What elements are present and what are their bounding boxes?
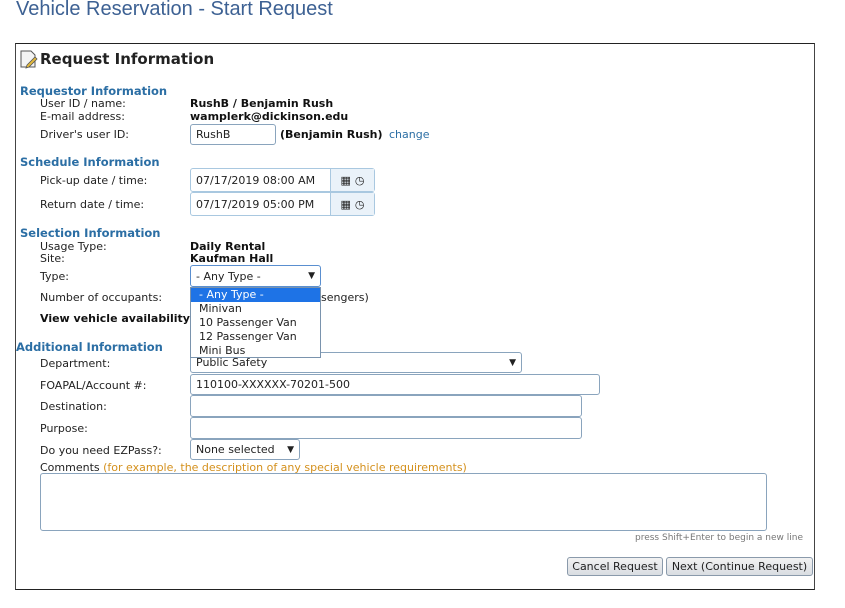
comments-textarea[interactable] bbox=[40, 473, 767, 531]
site-value: Kaufman Hall bbox=[190, 252, 274, 265]
driver-id-input[interactable]: RushB bbox=[190, 124, 276, 145]
foapal-input[interactable]: 110100-XXXXXX-70201-500 bbox=[190, 374, 600, 395]
site-label: Site: bbox=[40, 252, 65, 265]
purpose-input[interactable] bbox=[190, 417, 582, 439]
department-label: Department: bbox=[40, 357, 111, 370]
user-label: User ID / name: bbox=[40, 97, 126, 110]
destination-label: Destination: bbox=[40, 400, 107, 413]
type-value: - Any Type - bbox=[196, 269, 261, 283]
next-continue-request-button[interactable]: Next (Continue Request) bbox=[666, 557, 813, 576]
email-label: E-mail address: bbox=[40, 110, 125, 123]
driver-label: Driver's user ID: bbox=[40, 128, 130, 141]
pickup-datetime-input[interactable]: 07/17/2019 08:00 AM ▦ ◷ bbox=[190, 168, 375, 192]
foapal-label: FOAPAL/Account #: bbox=[40, 379, 147, 392]
page-title: Vehicle Reservation - Start Request bbox=[16, 0, 333, 20]
purpose-label: Purpose: bbox=[40, 422, 88, 435]
type-option[interactable]: - Any Type - bbox=[191, 288, 320, 302]
type-label: Type: bbox=[40, 270, 69, 283]
schedule-header: Schedule Information bbox=[20, 155, 160, 169]
view-availability-link[interactable]: View vehicle availability bbox=[40, 312, 190, 325]
chevron-down-icon: ▼ bbox=[287, 444, 294, 455]
type-option[interactable]: Minivan bbox=[191, 302, 320, 316]
chevron-down-icon: ▼ bbox=[509, 357, 516, 368]
destination-input[interactable] bbox=[190, 395, 582, 417]
chevron-down-icon: ▼ bbox=[308, 271, 315, 281]
calendar-icon[interactable]: ▦ bbox=[340, 174, 350, 187]
type-dropdown-list: - Any Type - Minivan 10 Passenger Van 12… bbox=[190, 287, 321, 358]
additional-header: Additional Information bbox=[16, 340, 163, 354]
return-value: 07/17/2019 05:00 PM bbox=[196, 197, 315, 211]
cancel-request-button[interactable]: Cancel Request bbox=[567, 557, 663, 576]
ezpass-select[interactable]: None selected ▼ bbox=[190, 439, 300, 460]
edit-document-icon bbox=[20, 50, 38, 69]
driver-name: (Benjamin Rush) bbox=[280, 128, 383, 141]
change-link[interactable]: change bbox=[389, 128, 429, 141]
pickup-label: Pick-up date / time: bbox=[40, 174, 148, 187]
panel-title: Request Information bbox=[40, 50, 215, 68]
type-option[interactable]: 10 Passenger Van bbox=[191, 316, 320, 330]
selection-header: Selection Information bbox=[20, 226, 161, 240]
return-datetime-input[interactable]: 07/17/2019 05:00 PM ▦ ◷ bbox=[190, 192, 375, 216]
type-option[interactable]: Mini Bus bbox=[191, 344, 320, 358]
clock-icon[interactable]: ◷ bbox=[355, 198, 365, 211]
ezpass-value: None selected bbox=[196, 443, 275, 456]
calendar-icon[interactable]: ▦ bbox=[340, 198, 350, 211]
clock-icon[interactable]: ◷ bbox=[355, 174, 365, 187]
requestor-header: Requestor Information bbox=[20, 84, 168, 98]
email-value: wamplerk@dickinson.edu bbox=[190, 110, 349, 123]
type-option[interactable]: 12 Passenger Van bbox=[191, 330, 320, 344]
occupants-suffix: sengers) bbox=[321, 291, 369, 304]
occupants-label: Number of occupants: bbox=[40, 291, 163, 304]
newline-hint: press Shift+Enter to begin a new line bbox=[634, 533, 803, 543]
type-select[interactable]: - Any Type - ▼ bbox=[190, 265, 321, 287]
ezpass-label: Do you need EZPass?: bbox=[40, 444, 162, 457]
user-value: RushB / Benjamin Rush bbox=[190, 97, 334, 110]
pickup-value: 07/17/2019 08:00 AM bbox=[196, 173, 316, 187]
return-label: Return date / time: bbox=[40, 198, 145, 211]
